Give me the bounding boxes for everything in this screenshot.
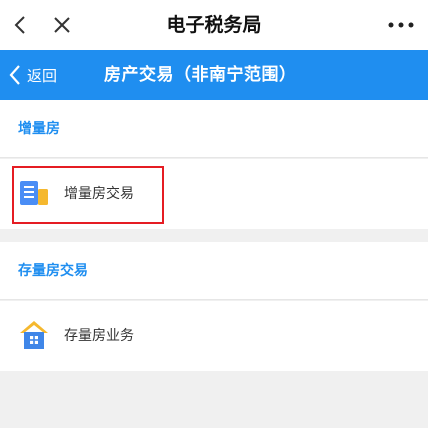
back-label: 返回 [27, 66, 58, 85]
page: 电子税务局 返回 房产交易（非南宁范围） 增量房 增量房交易 存量房交易 存量房… [0, 0, 428, 428]
app-title: 房产交易（非南宁范围） [104, 65, 297, 85]
highlight-box [12, 166, 164, 224]
chevron-left-icon [9, 65, 20, 85]
page-title: 电子税务局 [166, 14, 262, 36]
more-dots-icon[interactable] [386, 18, 416, 32]
back-button[interactable]: 返回 [8, 50, 57, 100]
section-header-incremental: 增量房 [0, 100, 428, 158]
list-item-label: 存量房业务 [64, 328, 134, 344]
list-item-stock-business[interactable]: 存量房业务 [0, 301, 428, 371]
section-header-stock-trade: 存量房交易 [0, 242, 428, 300]
section-title: 存量房交易 [18, 263, 88, 279]
house-icon [20, 321, 48, 349]
top-nav-bar: 电子税务局 [0, 0, 428, 50]
app-header: 返回 房产交易（非南宁范围） [0, 50, 428, 100]
section-title: 增量房 [18, 121, 60, 137]
